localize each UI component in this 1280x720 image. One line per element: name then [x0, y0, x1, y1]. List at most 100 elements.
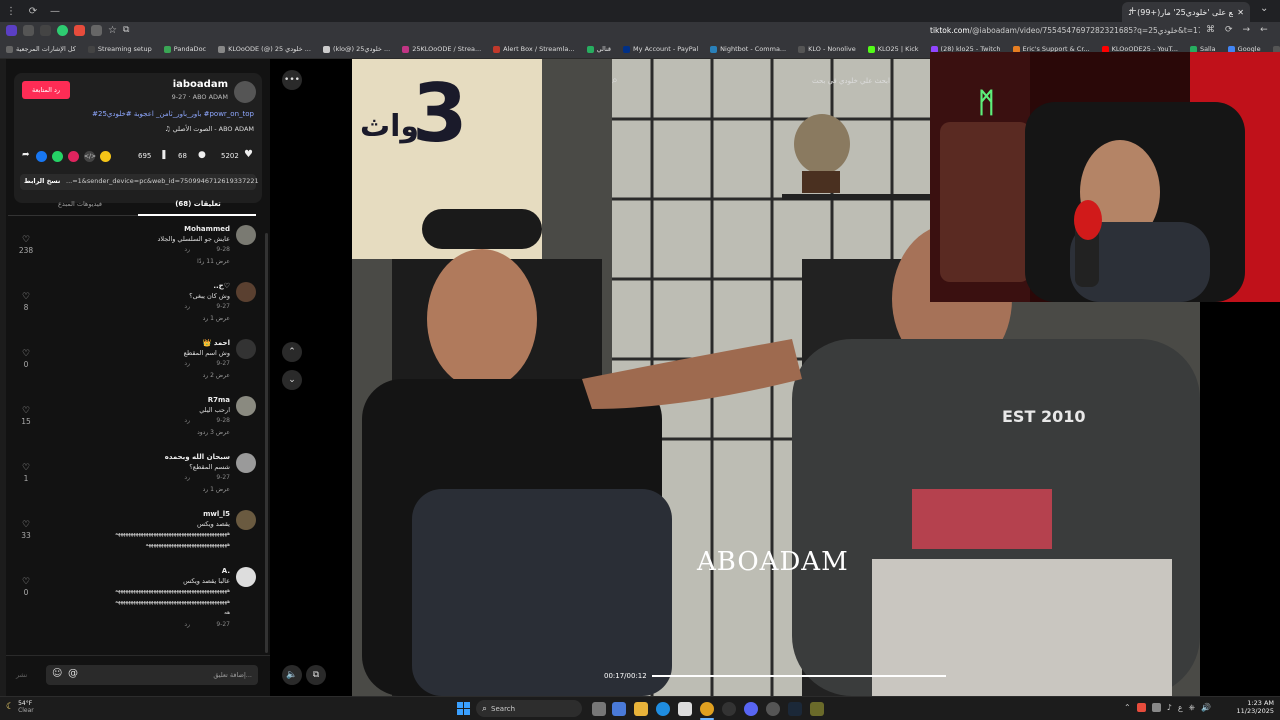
- steam-icon[interactable]: [788, 702, 802, 716]
- language-indicator[interactable]: ع: [1178, 703, 1183, 713]
- more-options-button[interactable]: •••: [282, 70, 302, 90]
- comment-icon[interactable]: ●: [198, 150, 206, 160]
- new-tab-button[interactable]: +: [1128, 4, 1137, 17]
- bookmark-item[interactable]: Streaming setup: [82, 40, 158, 58]
- comment-avatar[interactable]: [236, 453, 256, 473]
- comment-reply-button[interactable]: رد: [184, 417, 190, 424]
- scrollbar[interactable]: [265, 233, 268, 653]
- extension-icon[interactable]: [57, 25, 68, 36]
- post-hashtags[interactable]: #باور_باور_ثامن_ اعجوبة #خلودي25 #powr_o…: [92, 110, 254, 118]
- embed-icon[interactable]: </>: [84, 151, 96, 162]
- comment-input[interactable]: ☺ @ إضافة تعليق...: [46, 665, 258, 685]
- bookmark-item[interactable]: PandaDoc: [158, 40, 212, 58]
- comment-like-icon[interactable]: ♡: [22, 235, 30, 245]
- bookmark-item[interactable]: (klo@) خلودي25 ...: [317, 40, 396, 58]
- bookmark-item[interactable]: My Account - PayPal: [617, 40, 704, 58]
- comment-author[interactable]: A.: [222, 567, 230, 575]
- view-replies-button[interactable]: عرض 1 رد: [203, 315, 230, 322]
- heart-icon[interactable]: ♥: [244, 149, 253, 160]
- network-icon[interactable]: ⎈: [1189, 703, 1195, 713]
- tab-comments[interactable]: تعليقات (68): [140, 200, 256, 208]
- comment-avatar[interactable]: [236, 339, 256, 359]
- creator-avatar[interactable]: [234, 81, 256, 103]
- edge-icon[interactable]: [656, 702, 670, 716]
- mention-icon[interactable]: @: [68, 668, 78, 679]
- comment-avatar[interactable]: [236, 567, 256, 587]
- whatsapp-icon[interactable]: [52, 151, 63, 162]
- extension-icon[interactable]: [91, 25, 102, 36]
- extension-icon[interactable]: [23, 25, 34, 36]
- obs-icon[interactable]: [722, 702, 736, 716]
- comment-author[interactable]: Mohammed: [184, 225, 230, 233]
- bookmark-item[interactable]: قنالي: [581, 40, 617, 58]
- task-view-icon[interactable]: [592, 702, 606, 716]
- bookmark-item[interactable]: كل الإشارات المرجعية: [0, 40, 82, 58]
- file-explorer-icon[interactable]: [634, 702, 648, 716]
- comment-author[interactable]: ..ح♡: [213, 282, 230, 290]
- active-tab[interactable]: ♪ (99+)اطلع على 'خلودي25' مار... ✕: [1122, 2, 1250, 22]
- view-replies-button[interactable]: عرض 3 ردود: [197, 429, 230, 436]
- comment-reply-button[interactable]: رد: [184, 246, 190, 253]
- minimize-icon[interactable]: —: [44, 0, 66, 22]
- forward-icon[interactable]: →: [1243, 25, 1251, 35]
- emoji-icon[interactable]: ☺: [52, 668, 62, 679]
- app-icon[interactable]: [766, 702, 780, 716]
- clock[interactable]: 1:23 AM 11/23/2025: [1234, 699, 1274, 715]
- share-icon[interactable]: ⧉: [123, 25, 129, 36]
- comment-avatar[interactable]: [236, 396, 256, 416]
- bookmark-item[interactable]: KLOoODE (@) خلودي 25 ...: [212, 40, 317, 58]
- comment-like-icon[interactable]: ♡: [22, 520, 30, 530]
- forward-share-icon[interactable]: ➦: [22, 150, 30, 160]
- tab-search-icon[interactable]: ⌄: [1260, 3, 1268, 14]
- post-sound[interactable]: ♫ الصوت الأصلي - ABO ADAM: [165, 125, 254, 133]
- copy-link-button[interactable]: نسخ الرابط: [24, 177, 60, 185]
- comment-author[interactable]: 👑 احمد: [203, 339, 230, 347]
- comment-like-icon[interactable]: ♡: [22, 349, 30, 359]
- view-replies-button[interactable]: عرض 2 رد: [203, 372, 230, 379]
- comment-like-icon[interactable]: ♡: [22, 463, 30, 473]
- view-replies-button[interactable]: عرض 1 رد: [203, 486, 230, 493]
- comment-avatar[interactable]: [236, 282, 256, 302]
- close-tab-icon[interactable]: ✕: [1237, 8, 1244, 17]
- bookmark-item[interactable]: Alert Box / Streamla...: [487, 40, 580, 58]
- comment-reply-button[interactable]: رد: [184, 360, 190, 367]
- comment-reply-button[interactable]: رد: [184, 621, 190, 628]
- post-comment-button[interactable]: نشر: [16, 671, 27, 679]
- volume-button[interactable]: 🔈: [282, 665, 302, 685]
- comment-avatar[interactable]: [236, 510, 256, 530]
- bookmark-star-icon[interactable]: ☆: [108, 25, 117, 36]
- discord-icon[interactable]: [744, 702, 758, 716]
- copilot-icon[interactable]: [612, 702, 626, 716]
- tray-app-icon[interactable]: [1151, 703, 1161, 712]
- pen-icon[interactable]: [810, 702, 824, 716]
- volume-icon[interactable]: 🔊: [1201, 703, 1211, 713]
- extension-icon[interactable]: [40, 25, 51, 36]
- chrome-icon[interactable]: [700, 702, 714, 716]
- comment-author[interactable]: سبحان الله وبحمده: [165, 453, 230, 461]
- start-button[interactable]: [457, 702, 470, 715]
- bookmark-item[interactable]: KLO25 | Kick: [862, 40, 925, 58]
- view-replies-button[interactable]: عرض 11 ردًا: [197, 258, 230, 265]
- creator-username[interactable]: iaboadam: [173, 79, 228, 90]
- facebook-icon[interactable]: [36, 151, 47, 162]
- bookmark-item[interactable]: KLO - Nonolive: [792, 40, 862, 58]
- tray-chevron-icon[interactable]: ⌃: [1124, 703, 1131, 713]
- url-field[interactable]: tiktok.com/@iaboadam/video/7554547697282…: [930, 24, 1200, 38]
- bookmark-icon[interactable]: ❚: [160, 150, 168, 160]
- translate-icon[interactable]: ⌘: [1206, 25, 1215, 35]
- refresh-button[interactable]: ⟳: [1225, 25, 1233, 35]
- store-icon[interactable]: [678, 702, 692, 716]
- menu-icon[interactable]: ⋮: [0, 0, 22, 22]
- comment-like-icon[interactable]: ♡: [22, 292, 30, 302]
- taskbar-search[interactable]: ⌕ Search: [476, 700, 582, 717]
- tab-creator-videos[interactable]: فيديوهات المبدع: [40, 200, 120, 208]
- refresh-icon[interactable]: ⟳: [22, 0, 44, 22]
- picture-in-picture-button[interactable]: ⧉: [306, 665, 326, 685]
- tray-app-icon[interactable]: [1136, 703, 1146, 712]
- extension-icon[interactable]: [6, 25, 17, 36]
- video-search-hint[interactable]: ابحث علي خلودي في بحث: [812, 77, 890, 85]
- comment-author[interactable]: mwl_l5: [203, 510, 230, 518]
- comment-like-icon[interactable]: ♡: [22, 577, 30, 587]
- comment-avatar[interactable]: [236, 225, 256, 245]
- bookmark-item[interactable]: Nightbot - Comma...: [704, 40, 792, 58]
